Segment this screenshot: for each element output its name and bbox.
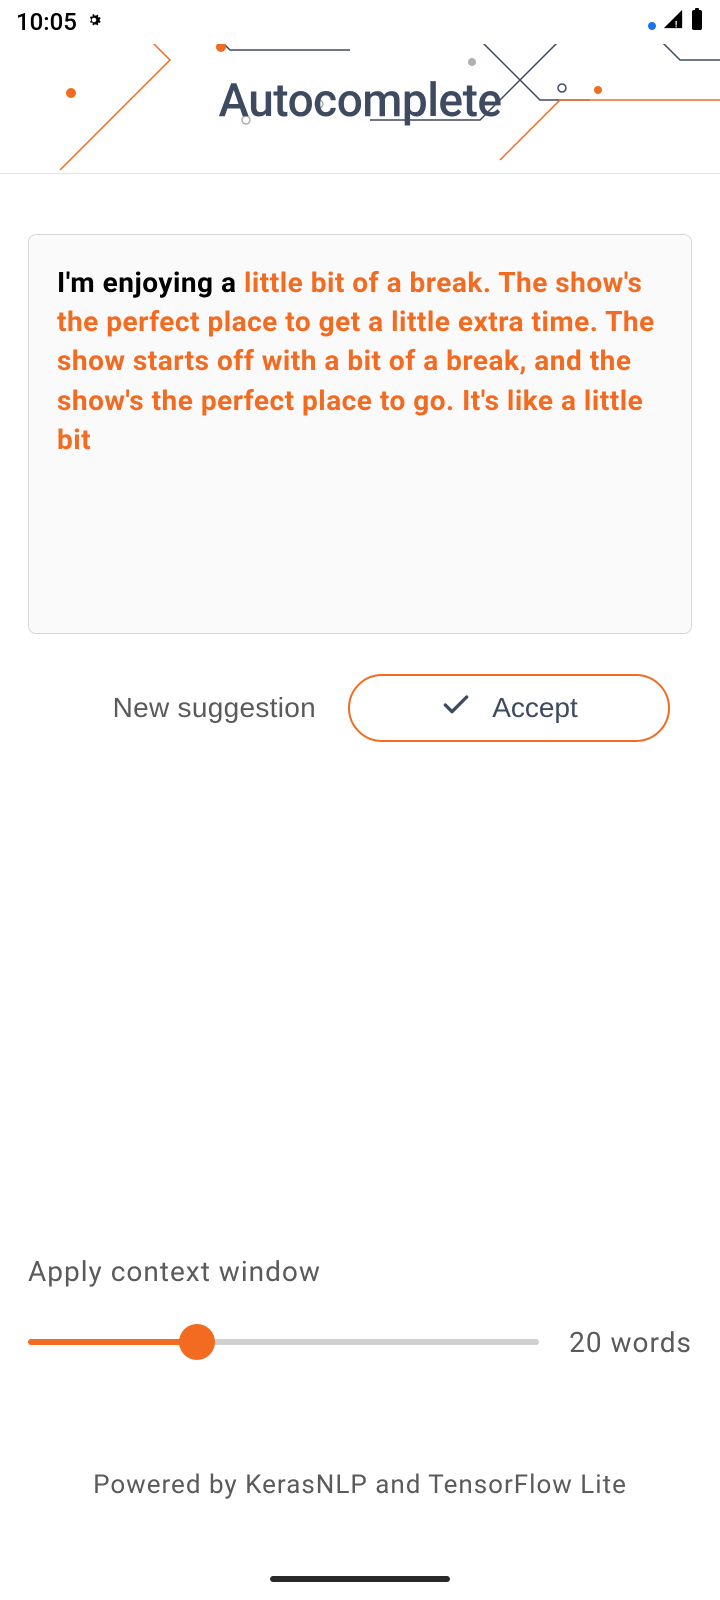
nav-home-indicator[interactable] [270, 1576, 450, 1582]
battery-icon [690, 7, 704, 37]
footer-credits: Powered by KerasNLP and TensorFlow Lite [0, 1470, 720, 1500]
slider-fill [28, 1339, 197, 1345]
slider-row: 20 words [28, 1324, 692, 1360]
svg-text:!: ! [675, 20, 677, 30]
action-button-row: New suggestion Accept [28, 674, 692, 742]
context-window-label: Apply context window [28, 1255, 692, 1288]
status-right: ! [648, 7, 704, 37]
new-suggestion-button[interactable]: New suggestion [113, 692, 316, 724]
notification-dot-icon [648, 8, 656, 36]
slider-track [28, 1339, 539, 1345]
autocomplete-textarea[interactable]: I'm enjoying a little bit of a break. Th… [28, 234, 692, 634]
status-time: 10:05 [16, 8, 77, 36]
status-bar: 10:05 ! [0, 0, 720, 44]
page-title: Autocomplete [0, 74, 720, 128]
settings-indicator-icon [85, 11, 103, 34]
context-window-section: Apply context window 20 words [28, 1255, 692, 1360]
status-left: 10:05 [16, 8, 103, 36]
context-window-value: 20 words [569, 1326, 692, 1359]
app-header: Autocomplete [0, 44, 720, 174]
accept-button-label: Accept [492, 692, 578, 724]
context-window-slider[interactable] [28, 1324, 539, 1360]
signal-icon: ! [662, 8, 684, 36]
accept-button[interactable]: Accept [348, 674, 670, 742]
slider-thumb[interactable] [179, 1324, 215, 1360]
user-input-text: I'm enjoying a [57, 266, 244, 299]
main-content: I'm enjoying a little bit of a break. Th… [0, 174, 720, 742]
check-icon [440, 689, 472, 728]
